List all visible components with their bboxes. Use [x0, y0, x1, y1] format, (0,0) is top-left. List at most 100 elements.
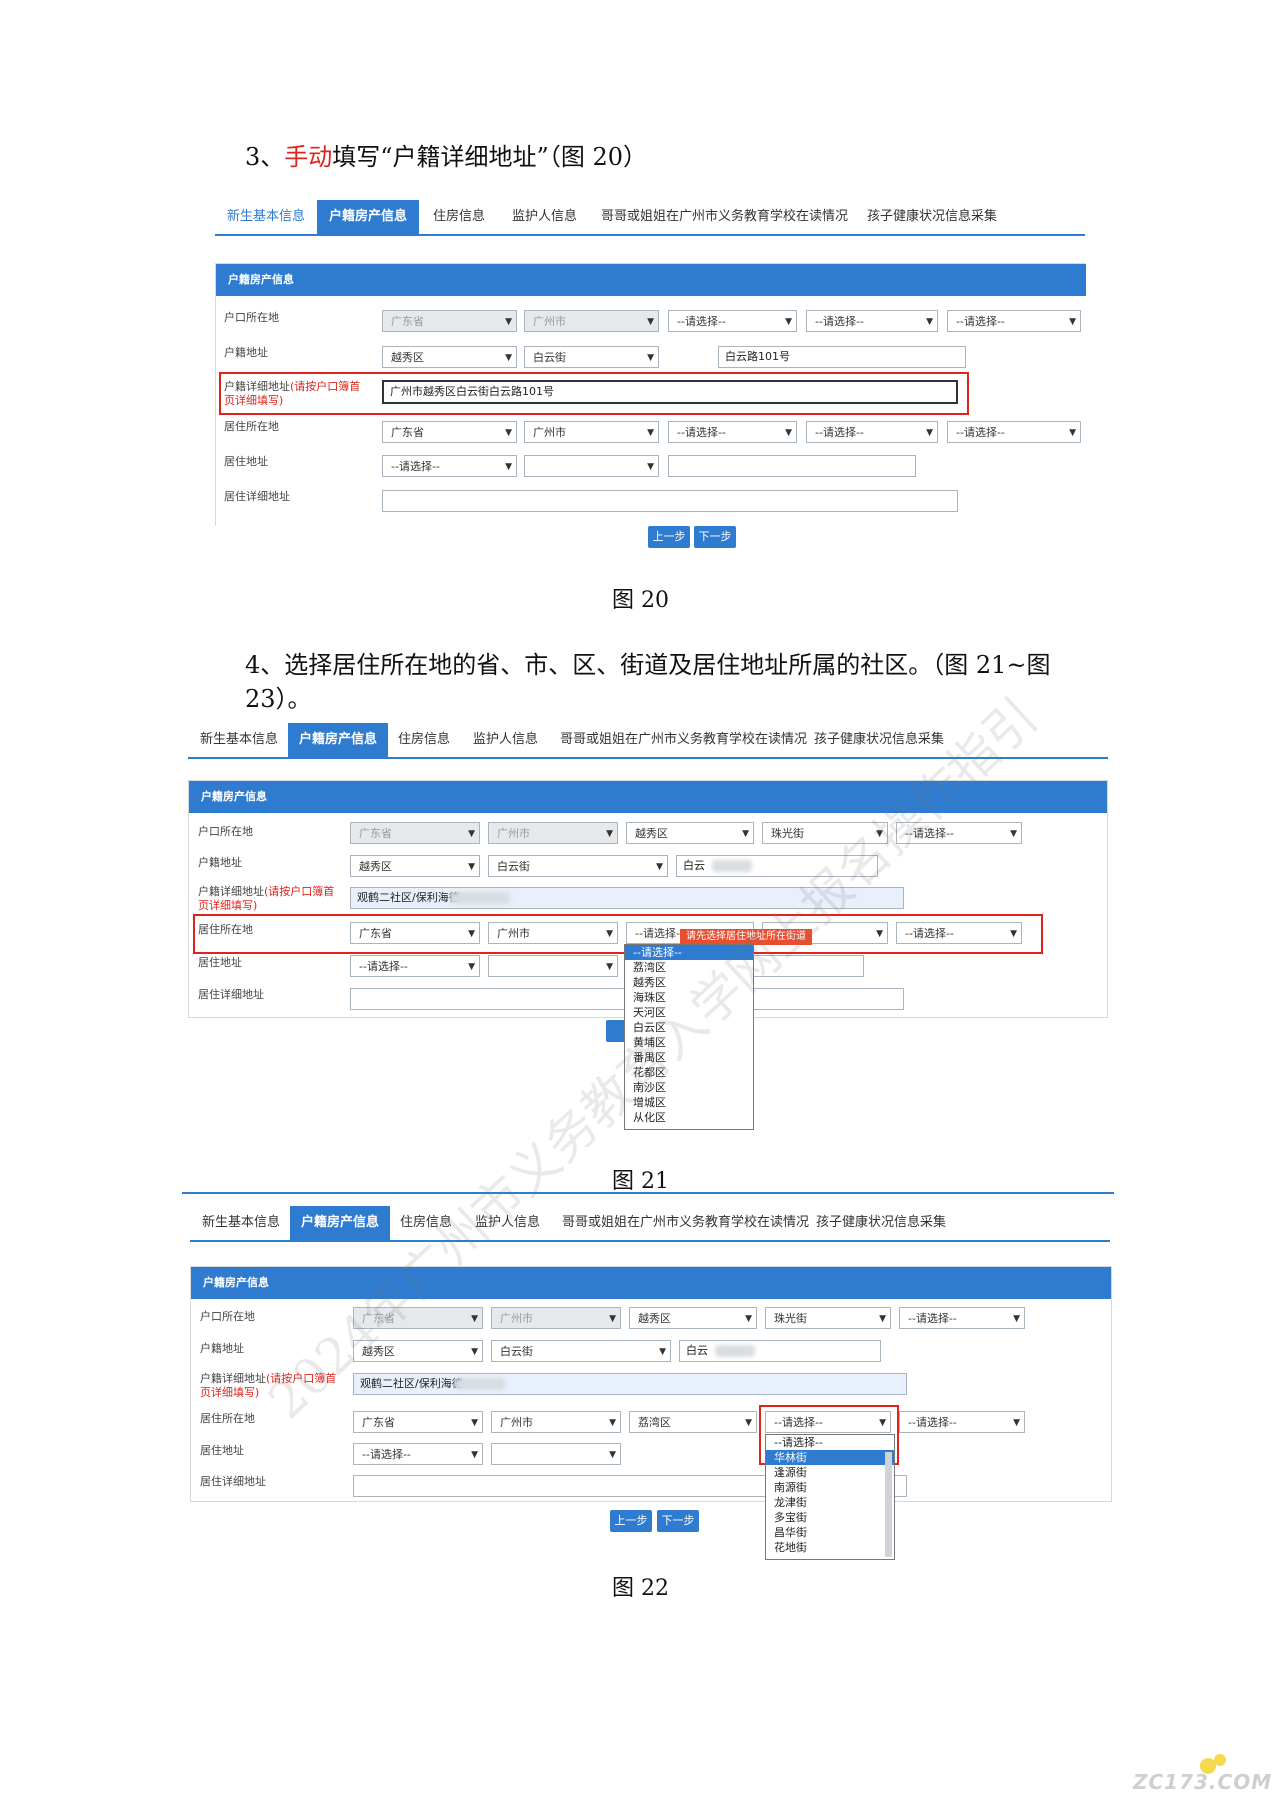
huji-street-select[interactable]: 白云街 ▼ — [491, 1340, 671, 1362]
huji-detail-input[interactable]: 观鹤二社区/保利海德 — [353, 1373, 907, 1395]
dropdown-option[interactable]: 昌华街 — [766, 1525, 894, 1540]
dropdown-option[interactable]: 从化区 — [625, 1110, 753, 1125]
tab-guardian[interactable]: 监护人信息 — [475, 1206, 540, 1240]
street-select[interactable]: 珠光街 ▼ — [765, 1307, 891, 1329]
huji-street-select[interactable]: 白云街 ▼ — [524, 346, 659, 368]
dropdown-option[interactable]: 南沙区 — [625, 1080, 753, 1095]
live-province-select[interactable]: 广东省 ▼ — [350, 922, 480, 944]
live-district-select[interactable]: 荔湾区 ▼ — [629, 1411, 757, 1433]
dropdown-option[interactable]: 海珠区 — [625, 990, 753, 1005]
community-select[interactable]: --请选择-- ▼ — [896, 822, 1022, 844]
dropdown-option[interactable]: 华林街 — [766, 1450, 894, 1465]
next-button[interactable]: 下一步 — [694, 526, 736, 548]
dropdown-option[interactable]: 南源街 — [766, 1480, 894, 1495]
live-addr-district-select[interactable]: --请选择-- ▼ — [353, 1443, 483, 1465]
label-live-location: 居住所在地 — [198, 923, 253, 936]
dropdown-option[interactable]: 龙津街 — [766, 1495, 894, 1510]
prev-button[interactable]: 上一步 — [610, 1510, 652, 1532]
live-province-select[interactable]: 广东省 ▼ — [382, 421, 517, 443]
live-addr-street-select[interactable]: ▼ — [524, 455, 659, 477]
live-city-select[interactable]: 广州市 ▼ — [491, 1411, 621, 1433]
city-select[interactable]: 广州市 ▼ — [524, 310, 659, 332]
city-select[interactable]: 广州市 ▼ — [491, 1307, 621, 1329]
tab-health[interactable]: 孩子健康状况信息采集 — [867, 200, 997, 234]
huji-road-input[interactable]: 白云 — [676, 855, 878, 877]
tab-housing[interactable]: 住房信息 — [433, 200, 485, 234]
live-district-select[interactable]: --请选择--▼ — [668, 421, 797, 443]
live-community-select[interactable]: --请选择-- ▼ — [896, 922, 1022, 944]
dropdown-scrollbar[interactable] — [885, 1452, 892, 1557]
district-select[interactable]: 越秀区 ▼ — [626, 822, 754, 844]
huji-road-input[interactable]: 白云 — [679, 1340, 881, 1362]
district-select[interactable]: 越秀区 ▼ — [629, 1307, 757, 1329]
live-addr-street-select[interactable]: ▼ — [488, 955, 618, 977]
live-community-select[interactable]: --请选择-- ▼ — [899, 1411, 1025, 1433]
redacted-area — [455, 1378, 505, 1390]
huji-street-select[interactable]: 白云街 ▼ — [488, 855, 668, 877]
panel-header: 户籍房产信息 — [216, 264, 1086, 296]
dropdown-option[interactable]: 多宝街 — [766, 1510, 894, 1525]
province-select[interactable]: 广东省 ▼ — [350, 822, 480, 844]
live-detail-input[interactable] — [382, 490, 958, 512]
tab-huji-property[interactable]: 户籍房产信息 — [317, 200, 419, 234]
district-select[interactable]: --请选择-- ▼ — [668, 310, 797, 332]
tab-sibling[interactable]: 哥哥或姐姐在广州市义务教育学校在读情况 — [560, 723, 807, 757]
live-addr-input[interactable] — [668, 455, 916, 477]
dropdown-option[interactable]: --请选择-- — [766, 1435, 894, 1450]
tab-basic-info[interactable]: 新生基本信息 — [202, 1206, 280, 1240]
tab-sibling[interactable]: 哥哥或姐姐在广州市义务教育学校在读情况 — [601, 200, 848, 234]
dropdown-option[interactable]: 花地街 — [766, 1540, 894, 1555]
live-addr-street-select[interactable]: ▼ — [491, 1443, 621, 1465]
tab-guardian[interactable]: 监护人信息 — [512, 200, 577, 234]
street-dropdown-list[interactable]: --请选择-- 华林街 逢源街 南源街 龙津街 多宝街 昌华街 花地街 — [765, 1434, 895, 1560]
live-street-select[interactable]: --请选择-- ▼ — [806, 421, 938, 443]
district-dropdown-list[interactable]: --请选择-- 荔湾区 越秀区 海珠区 天河区 白云区 黄埔区 番禺区 花都区 … — [624, 944, 754, 1130]
huji-road-input[interactable]: 白云路101号 — [718, 346, 966, 368]
tab-housing[interactable]: 住房信息 — [398, 723, 450, 757]
live-province-select[interactable]: 广东省 ▼ — [353, 1411, 483, 1433]
tab-huji-property[interactable]: 户籍房产信息 — [288, 723, 388, 757]
huji-district-select[interactable]: 越秀区 ▼ — [350, 855, 480, 877]
tab-basic-info[interactable]: 新生基本信息 — [200, 723, 278, 757]
tab-housing[interactable]: 住房信息 — [400, 1206, 452, 1240]
live-community-select[interactable]: --请选择-- ▼ — [947, 421, 1081, 443]
tab-sibling[interactable]: 哥哥或姐姐在广州市义务教育学校在读情况 — [562, 1206, 809, 1240]
province-select[interactable]: 广东省 ▼ — [382, 310, 517, 332]
community-select[interactable]: --请选择-- ▼ — [947, 310, 1081, 332]
live-addr-district-select[interactable]: --请选择-- ▼ — [382, 455, 517, 477]
tab-basic-info[interactable]: 新生基本信息 — [227, 200, 305, 234]
live-city-select[interactable]: 广州市 ▼ — [488, 922, 618, 944]
province-select[interactable]: 广东省 ▼ — [353, 1307, 483, 1329]
dropdown-option[interactable]: --请选择-- — [625, 945, 753, 960]
live-city-select[interactable]: 广州市 ▼ — [524, 421, 659, 443]
dropdown-option[interactable]: 增城区 — [625, 1095, 753, 1110]
dropdown-option[interactable]: 天河区 — [625, 1005, 753, 1020]
dropdown-option[interactable]: 逢源街 — [766, 1465, 894, 1480]
section-number: 3、 — [245, 143, 285, 171]
prev-button[interactable]: 上一步 — [648, 526, 690, 548]
huji-district-select[interactable]: 越秀区 ▼ — [353, 1340, 483, 1362]
community-select[interactable]: --请选择-- ▼ — [899, 1307, 1025, 1329]
huji-district-select[interactable]: 越秀区 ▼ — [382, 346, 517, 368]
street-select[interactable]: --请选择-- ▼ — [806, 310, 938, 332]
site-logo: ZC173.COM — [1133, 1770, 1272, 1794]
huji-detail-input[interactable]: 观鹤二社区/保利海德 — [350, 887, 904, 909]
dropdown-option[interactable]: 花都区 — [625, 1065, 753, 1080]
tab-huji-property[interactable]: 户籍房产信息 — [290, 1206, 390, 1240]
huji-detail-input[interactable]: 广州市越秀区白云街白云路101号 — [382, 380, 958, 404]
chevron-down-icon: ▼ — [1013, 1418, 1020, 1428]
dropdown-option[interactable]: 黄埔区 — [625, 1035, 753, 1050]
tab-health[interactable]: 孩子健康状况信息采集 — [814, 723, 944, 757]
live-addr-district-select[interactable]: --请选择-- ▼ — [350, 955, 480, 977]
tab-health[interactable]: 孩子健康状况信息采集 — [816, 1206, 946, 1240]
next-button[interactable]: 下一步 — [657, 1510, 699, 1532]
dropdown-option[interactable]: 越秀区 — [625, 975, 753, 990]
city-select[interactable]: 广州市 ▼ — [488, 822, 618, 844]
street-select[interactable]: 珠光街 ▼ — [762, 822, 888, 844]
prev-button-partial[interactable] — [606, 1020, 626, 1042]
dropdown-option[interactable]: 荔湾区 — [625, 960, 753, 975]
tab-guardian[interactable]: 监护人信息 — [473, 723, 538, 757]
dropdown-option[interactable]: 白云区 — [625, 1020, 753, 1035]
dropdown-option[interactable]: 番禺区 — [625, 1050, 753, 1065]
chevron-down-icon: ▼ — [926, 428, 933, 438]
